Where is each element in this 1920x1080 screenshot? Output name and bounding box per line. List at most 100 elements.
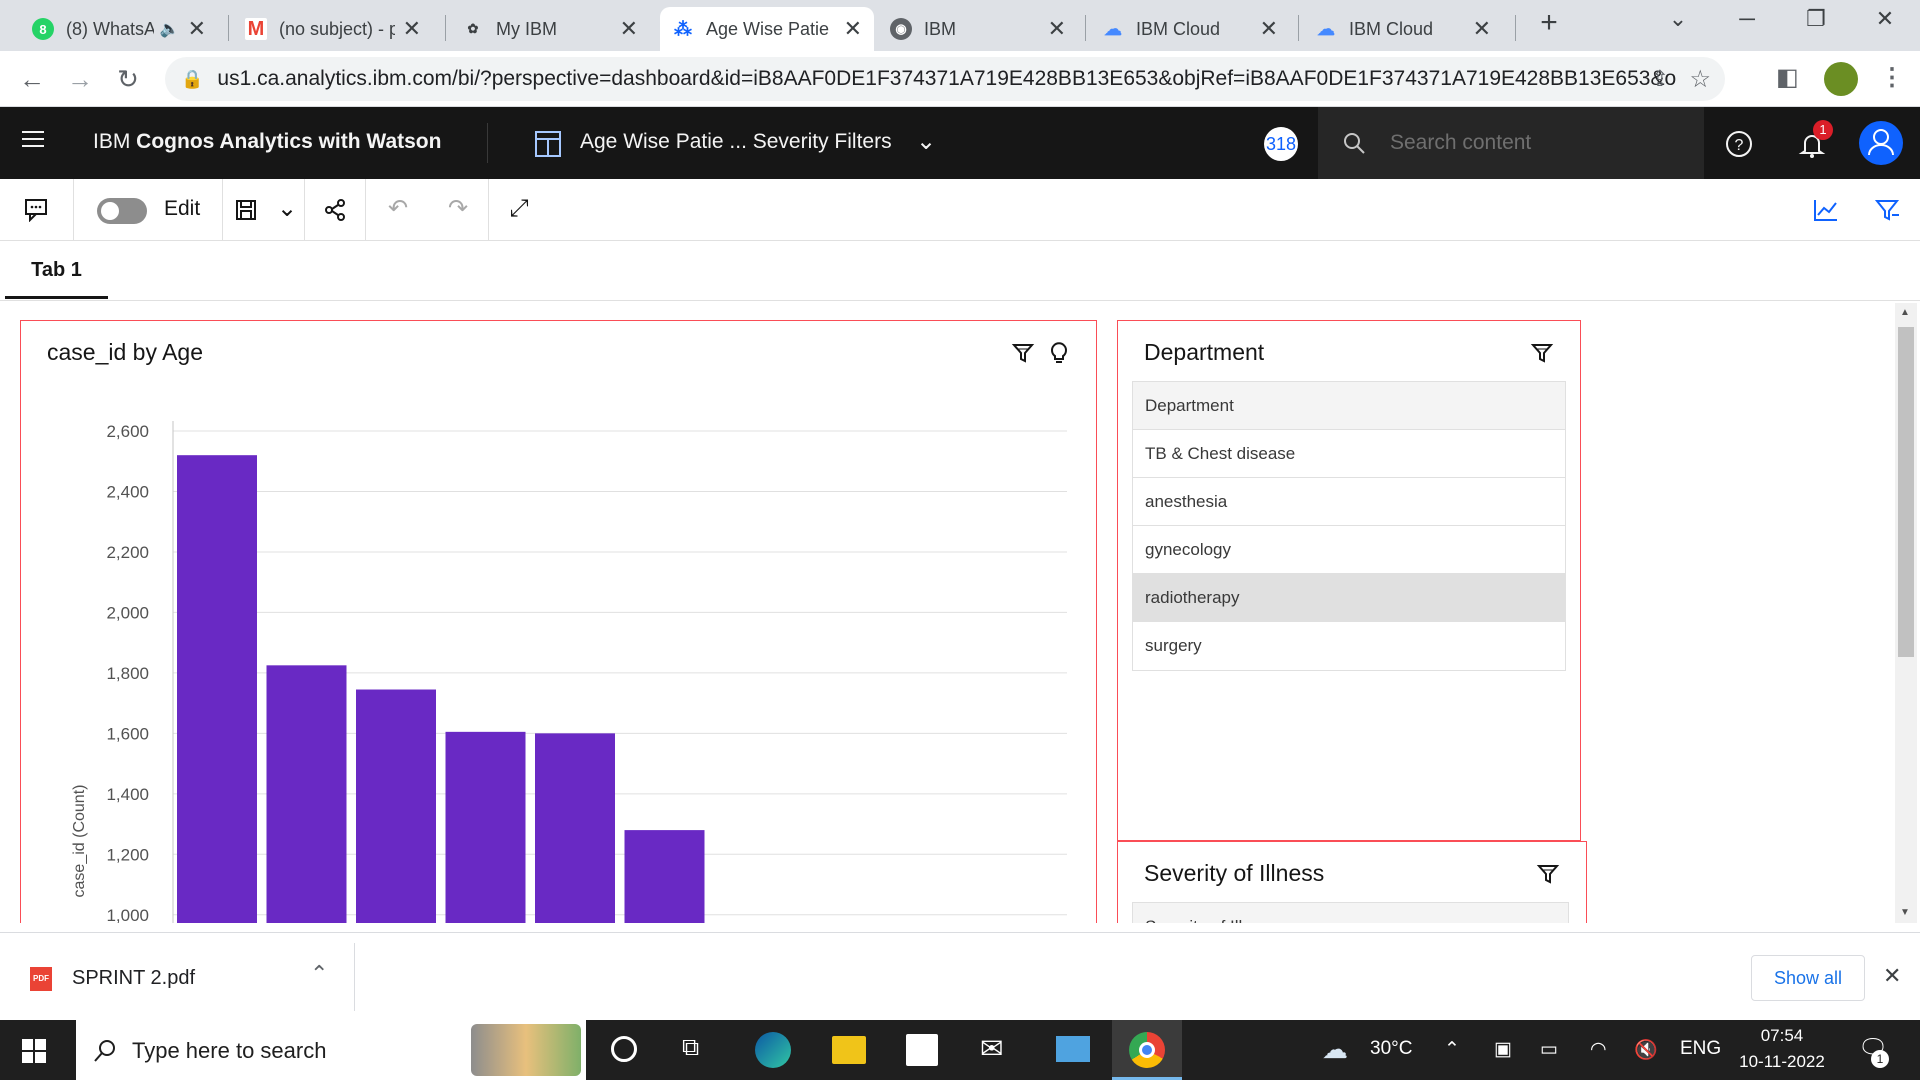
back-button[interactable]: ← bbox=[14, 61, 50, 97]
bar[interactable] bbox=[445, 731, 526, 923]
forward-button[interactable]: → bbox=[62, 61, 98, 97]
side-panel-icon[interactable]: ◧ bbox=[1776, 63, 1799, 92]
meet-now-icon[interactable]: ▣ bbox=[1494, 1038, 1512, 1061]
browser-tab-my-ibm[interactable]: ✿ My IBM ✕ bbox=[450, 7, 650, 51]
bar[interactable] bbox=[356, 689, 436, 923]
scroll-up-icon[interactable]: ▲ bbox=[1900, 307, 1910, 318]
toolbar-separator bbox=[73, 179, 74, 241]
hamburger-menu-icon[interactable] bbox=[22, 131, 44, 149]
tab-separator bbox=[1298, 15, 1299, 41]
redo-icon[interactable]: ↷ bbox=[442, 193, 474, 225]
clock-time[interactable]: 07:54 bbox=[1738, 1026, 1826, 1046]
minimize-button[interactable]: ─ bbox=[1727, 6, 1767, 32]
edge-icon[interactable] bbox=[755, 1032, 791, 1068]
filter-panel-icon[interactable] bbox=[1874, 197, 1902, 223]
input-language[interactable]: ENG bbox=[1680, 1038, 1721, 1060]
list-item[interactable]: gynecology bbox=[1133, 526, 1565, 574]
remote-desktop-icon[interactable] bbox=[1056, 1036, 1090, 1062]
scrollbar-thumb[interactable] bbox=[1898, 327, 1914, 657]
bar-chart-widget[interactable]: case_id by Age 2,600 2,400 2,200 2,000 1,800… bbox=[20, 320, 1097, 923]
bar[interactable] bbox=[535, 733, 615, 923]
save-options-chevron-icon[interactable]: ⌄ bbox=[271, 193, 303, 225]
taskbar-search-box[interactable]: Type here to search bbox=[76, 1020, 586, 1080]
search-icon bbox=[94, 1040, 115, 1062]
search-content-box[interactable]: Search content bbox=[1318, 107, 1704, 179]
bookmark-star-icon[interactable]: ☆ bbox=[1689, 65, 1711, 94]
new-tab-button[interactable]: + bbox=[1529, 6, 1569, 40]
omnibox[interactable]: 🔒 us1.ca.analytics.ibm.com/bi/?perspecti… bbox=[165, 57, 1725, 101]
battery-icon[interactable]: ▭ bbox=[1540, 1038, 1558, 1061]
y-tick-label: 1,800 bbox=[106, 664, 149, 683]
profile-avatar[interactable] bbox=[1824, 62, 1858, 96]
browser-tab-whatsapp[interactable]: 8 (8) WhatsApp 🔈 ✕ bbox=[20, 7, 218, 51]
browser-tab-ibm-cloud[interactable]: ☁ IBM Cloud ✕ bbox=[1090, 7, 1290, 51]
download-file-name[interactable]: SPRINT 2.pdf bbox=[72, 967, 195, 990]
chevron-up-icon[interactable]: ⌃ bbox=[310, 961, 328, 987]
file-explorer-icon[interactable] bbox=[832, 1036, 866, 1064]
browser-tab-ibm[interactable]: ◉ IBM ✕ bbox=[878, 7, 1078, 51]
close-tab-icon[interactable]: ✕ bbox=[1260, 16, 1278, 42]
clock-date[interactable]: 10-11-2022 bbox=[1734, 1052, 1830, 1072]
microsoft-store-icon[interactable] bbox=[906, 1034, 938, 1066]
canvas-scrollbar[interactable]: ▲ ▼ bbox=[1895, 303, 1917, 923]
tab-separator bbox=[445, 15, 446, 41]
browser-tab-ibm-cloud-2[interactable]: ☁ IBM Cloud ✕ bbox=[1303, 7, 1503, 51]
close-tab-icon[interactable]: ✕ bbox=[403, 16, 421, 42]
cortana-icon[interactable] bbox=[611, 1036, 637, 1062]
task-view-icon[interactable]: ⧉ bbox=[682, 1034, 699, 1062]
browser-tab-age-wise[interactable]: ⁂ Age Wise Patie ✕ bbox=[660, 7, 874, 51]
list-item[interactable]: surgery bbox=[1133, 622, 1565, 670]
close-tab-icon[interactable]: ✕ bbox=[1473, 16, 1491, 42]
filter-icon[interactable] bbox=[1530, 341, 1554, 365]
temperature[interactable]: 30°C bbox=[1370, 1038, 1412, 1060]
volume-muted-icon[interactable]: 🔇 bbox=[1634, 1038, 1658, 1062]
edit-toggle[interactable] bbox=[97, 198, 147, 224]
fullscreen-icon[interactable]: ⤢ bbox=[503, 193, 535, 225]
share-icon[interactable] bbox=[323, 198, 347, 222]
comment-icon[interactable] bbox=[24, 198, 50, 222]
tab-search-icon[interactable]: ⌄ bbox=[1658, 6, 1698, 32]
close-shelf-icon[interactable]: ✕ bbox=[1883, 963, 1901, 989]
dashboard-canvas: case_id by Age 2,600 2,400 2,200 2,000 1,800… bbox=[0, 301, 1920, 923]
bar[interactable] bbox=[266, 665, 347, 923]
restore-button[interactable]: ❐ bbox=[1796, 6, 1836, 32]
show-all-button[interactable]: Show all bbox=[1751, 955, 1865, 1001]
close-tab-icon[interactable]: ✕ bbox=[1048, 16, 1066, 42]
kebab-menu-icon[interactable]: ⋮ bbox=[1880, 63, 1904, 92]
list-item[interactable]: anesthesia bbox=[1133, 478, 1565, 526]
windows-start-icon[interactable] bbox=[22, 1039, 46, 1063]
help-icon[interactable]: ? bbox=[1724, 129, 1754, 159]
close-tab-icon[interactable]: ✕ bbox=[844, 16, 862, 42]
count-badge[interactable]: 318 bbox=[1264, 127, 1298, 161]
mail-icon[interactable]: ✉ bbox=[980, 1032, 1003, 1065]
tab-1[interactable]: Tab 1 bbox=[5, 241, 108, 299]
list-item[interactable]: TB & Chest disease bbox=[1133, 430, 1565, 478]
close-tab-icon[interactable]: ✕ bbox=[620, 16, 638, 42]
filter-icon[interactable] bbox=[1536, 862, 1560, 886]
save-icon[interactable] bbox=[234, 198, 258, 222]
tray-overflow-icon[interactable]: ⌃ bbox=[1444, 1038, 1460, 1061]
bar[interactable] bbox=[177, 455, 257, 923]
list-item-selected[interactable]: radiotherapy bbox=[1133, 574, 1565, 622]
share-icon[interactable]: ⇪ bbox=[1651, 66, 1669, 92]
user-avatar[interactable] bbox=[1859, 121, 1903, 165]
trend-chart-icon[interactable] bbox=[1812, 197, 1840, 223]
severity-filter-widget[interactable]: Severity of Illness Severity of Illness bbox=[1117, 841, 1587, 923]
browser-tab-gmail[interactable]: M (no subject) - p ✕ bbox=[233, 7, 433, 51]
scroll-down-icon[interactable]: ▼ bbox=[1900, 907, 1910, 918]
edit-label: Edit bbox=[164, 197, 201, 220]
close-tab-icon[interactable]: ✕ bbox=[188, 16, 206, 42]
reload-button[interactable]: ↻ bbox=[110, 61, 146, 97]
wifi-icon[interactable]: ◠ bbox=[1590, 1038, 1607, 1061]
close-window-button[interactable]: ✕ bbox=[1865, 6, 1905, 32]
undo-icon[interactable]: ↶ bbox=[382, 193, 414, 225]
y-tick-label: 2,000 bbox=[106, 603, 149, 622]
department-filter-widget[interactable]: Department Department TB & Chest disease… bbox=[1117, 320, 1581, 841]
dashboard-title[interactable]: Age Wise Patie ... Severity Filters bbox=[580, 130, 892, 154]
bar[interactable] bbox=[624, 830, 705, 923]
tab-title: (8) WhatsApp bbox=[66, 18, 154, 39]
url-text[interactable]: us1.ca.analytics.ibm.com/bi/?perspective… bbox=[217, 67, 1677, 91]
list-header: Severity of Illness bbox=[1133, 903, 1568, 923]
chrome-taskbar-item[interactable] bbox=[1112, 1020, 1182, 1080]
chevron-down-icon[interactable]: ⌄ bbox=[916, 127, 936, 156]
